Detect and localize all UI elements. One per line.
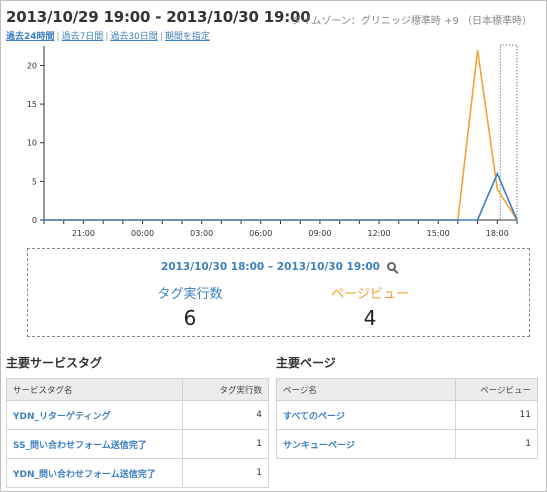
selection-range: 2013/10/30 18:00 – 2013/10/30 19:00	[28, 261, 529, 273]
table-header-row: ページ名 ページビュー	[276, 378, 538, 401]
pageview-metric: ページビュー 4	[290, 283, 450, 330]
page-view-cell: 1	[455, 429, 538, 459]
col-header-page-views: ページビュー	[455, 378, 538, 401]
x-tick-label: 21:00	[72, 229, 95, 238]
table-row: YDN_リターゲティング 4	[6, 400, 269, 430]
col-header-page-name: ページ名	[276, 378, 456, 401]
service-tags-title: 主要サービスタグ	[6, 356, 103, 370]
tag-exec-label: タグ実行数	[157, 287, 223, 302]
y-tick-label: 10	[27, 139, 37, 148]
zoom-icon[interactable]	[386, 262, 396, 271]
series-line-pageviews	[44, 49, 518, 221]
tag-exec-metric: タグ実行数 6	[110, 283, 270, 330]
tag-name-link[interactable]: YDN_問い合わせフォーム送信完了	[6, 458, 183, 488]
page-name-link[interactable]: サンキューページ	[276, 429, 456, 459]
tag-count-cell: 4	[182, 400, 269, 430]
range-selector: 過去24時間 | 過去7日間 | 過去30日間 | 期間を指定	[6, 29, 210, 42]
tag-count-cell: 1	[182, 458, 269, 488]
series-line-tag-exec	[44, 171, 518, 221]
col-header-tag-count: タグ実行数	[182, 378, 269, 401]
timezone-label: タイムゾーン：グリニッジ標準時 +9 （日本標準時）	[291, 16, 532, 27]
activity-chart[interactable]: 0 5 10 15 20 21:00 00:00 03:00 06:00 09:00 12:00 15…	[0, 44, 547, 240]
pageview-value: 4	[363, 306, 377, 330]
x-tick-label: 18:00	[486, 229, 509, 238]
table-row: すべてのページ 11	[276, 400, 538, 430]
tag-name-link[interactable]: YDN_リターゲティング	[6, 400, 183, 430]
selection-range-text: 2013/10/30 18:00 – 2013/10/30 19:00	[161, 261, 380, 273]
x-tick-label: 09:00	[308, 229, 331, 238]
y-tick-label: 20	[27, 61, 37, 70]
x-tick-label: 03:00	[190, 229, 213, 238]
x-tick-label: 00:00	[131, 229, 154, 238]
range-30d-link[interactable]: 過去30日間	[110, 32, 157, 42]
range-7d-link[interactable]: 過去7日間	[62, 32, 104, 42]
y-tick-label: 15	[27, 100, 37, 109]
table-row: YDN_問い合わせフォーム送信完了 1	[6, 458, 269, 488]
pages-table: ページ名 ページビュー すべてのページ 11 サンキューページ 1	[276, 378, 538, 459]
tag-count-cell: 1	[182, 429, 269, 459]
page-title: 2013/10/29 19:00 - 2013/10/30 19:00	[6, 8, 311, 26]
col-header-tag-name: サービスタグ名	[6, 378, 183, 401]
tag-name-link[interactable]: SS_問い合わせフォーム送信完了	[6, 429, 183, 459]
pageview-label: ページビュー	[331, 287, 409, 302]
y-tick-label: 0	[32, 216, 37, 225]
separator: |	[105, 32, 109, 42]
range-24h-link[interactable]: 過去24時間	[6, 32, 55, 42]
pages-title: 主要ページ	[276, 356, 336, 370]
tag-exec-value: 6	[183, 306, 197, 330]
x-tick-label: 06:00	[249, 229, 272, 238]
selected-hour-highlight[interactable]	[499, 44, 518, 221]
service-tags-table: サービスタグ名 タグ実行数 YDN_リターゲティング 4 SS_問い合わせフォー…	[6, 378, 269, 488]
selection-detail-box: 2013/10/30 18:00 – 2013/10/30 19:00 タグ実行…	[27, 248, 530, 337]
page-view-cell: 11	[455, 400, 538, 430]
table-row: SS_問い合わせフォーム送信完了 1	[6, 429, 269, 459]
x-tick-label: 12:00	[368, 229, 391, 238]
page-name-link[interactable]: すべてのページ	[276, 400, 456, 430]
table-header-row: サービスタグ名 タグ実行数	[6, 378, 269, 401]
x-tick-label: 15:00	[427, 229, 450, 238]
separator: |	[56, 32, 60, 42]
table-row: サンキューページ 1	[276, 429, 538, 459]
range-custom-link[interactable]: 期間を指定	[165, 32, 210, 42]
y-tick-label: 5	[32, 177, 37, 186]
separator: |	[159, 32, 163, 42]
